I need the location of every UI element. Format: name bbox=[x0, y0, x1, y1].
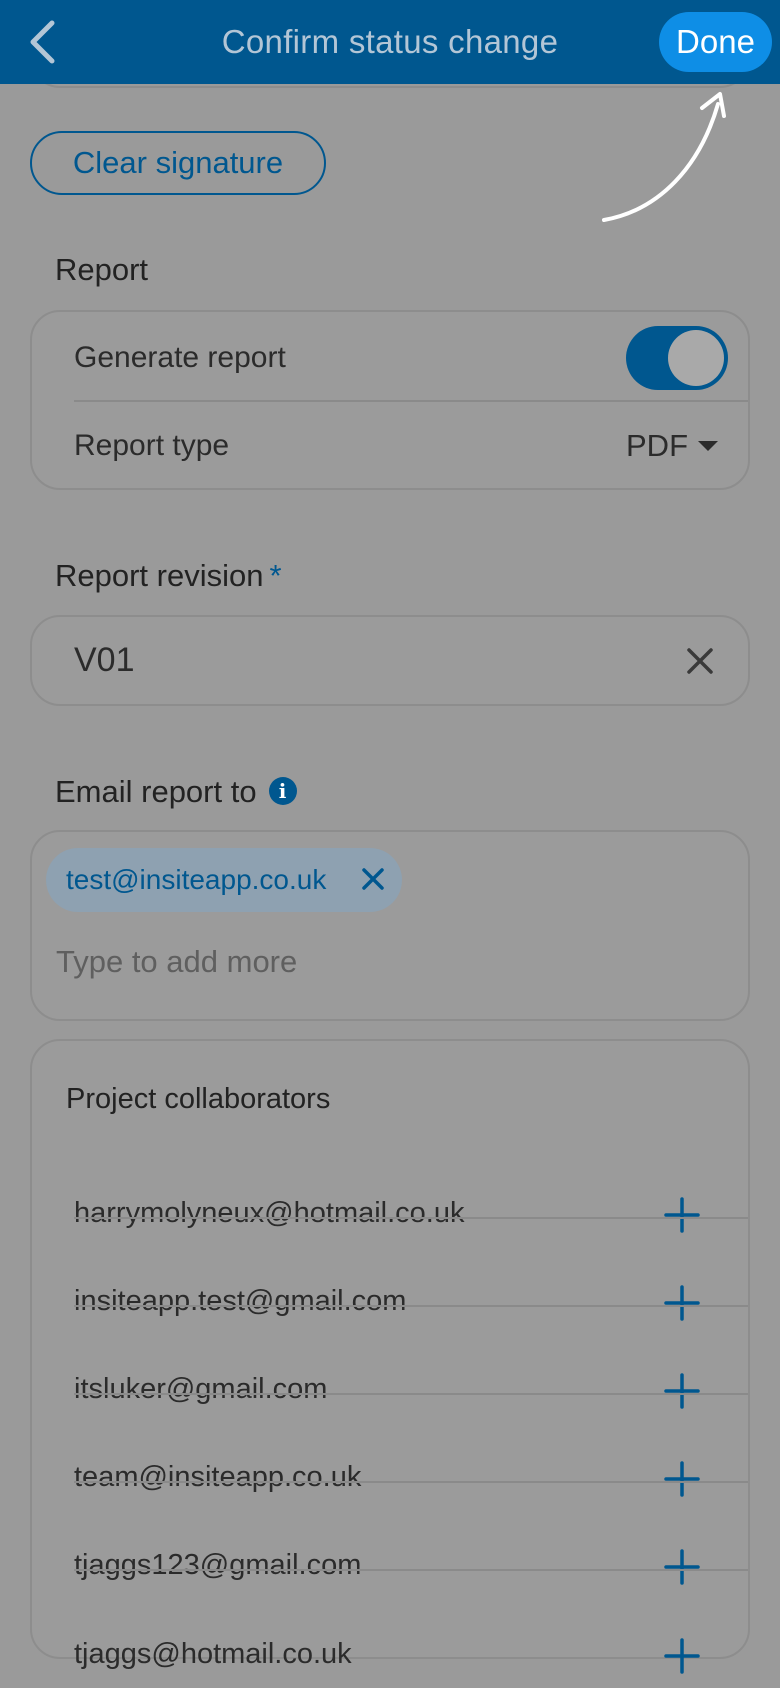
curved-arrow-icon bbox=[602, 92, 726, 222]
toggle-knob bbox=[668, 330, 724, 386]
back-button[interactable] bbox=[22, 14, 62, 70]
collaborator-row[interactable]: itsluker@gmail.com bbox=[32, 1347, 748, 1435]
close-icon[interactable] bbox=[360, 866, 386, 892]
report-type-row[interactable]: Report type PDF bbox=[32, 402, 748, 490]
collaborator-email: itsluker@gmail.com bbox=[74, 1373, 328, 1405]
generate-report-label: Generate report bbox=[74, 341, 286, 374]
recipient-chip: test@insiteapp.co.uk bbox=[46, 848, 402, 912]
plus-icon[interactable] bbox=[664, 1549, 700, 1585]
report-settings-card: Generate report Report type PDF bbox=[30, 310, 750, 490]
email-input-placeholder[interactable]: Type to add more bbox=[56, 944, 297, 980]
recipient-chip-label: test@insiteapp.co.uk bbox=[66, 864, 327, 895]
report-type-label: Report type bbox=[74, 429, 230, 462]
email-report-label: Email report to i bbox=[55, 774, 297, 810]
generate-report-row: Generate report bbox=[32, 314, 748, 402]
collaborator-row[interactable]: tjaggs123@gmail.com bbox=[32, 1523, 748, 1611]
collaborator-email: harrymolyneux@hotmail.co.uk bbox=[74, 1197, 465, 1229]
row-divider bbox=[74, 1393, 748, 1395]
required-mark: * bbox=[269, 558, 282, 593]
collaborator-row[interactable]: insiteapp.test@gmail.com bbox=[32, 1259, 748, 1347]
collaborator-email: team@insiteapp.co.uk bbox=[74, 1461, 362, 1493]
collaborator-row[interactable]: team@insiteapp.co.uk bbox=[32, 1435, 748, 1523]
plus-icon[interactable] bbox=[664, 1285, 700, 1321]
collaborators-card: Project collaborators harrymolyneux@hotm… bbox=[30, 1039, 750, 1674]
row-divider bbox=[74, 1569, 748, 1571]
top-bar: Confirm status change Done bbox=[0, 0, 780, 84]
collaborator-email: tjaggs@hotmail.co.uk bbox=[74, 1638, 352, 1670]
plus-icon[interactable] bbox=[664, 1638, 700, 1674]
done-button[interactable]: Done bbox=[659, 12, 772, 72]
info-icon[interactable]: i bbox=[268, 776, 297, 805]
collaborator-row[interactable]: tjaggs@hotmail.co.uk bbox=[32, 1612, 748, 1688]
report-type-value: PDF bbox=[626, 428, 688, 463]
plus-icon[interactable] bbox=[664, 1373, 700, 1409]
row-divider bbox=[74, 1305, 748, 1307]
clear-signature-button[interactable]: Clear signature bbox=[30, 131, 326, 195]
email-report-text: Email report to bbox=[55, 774, 257, 809]
row-divider bbox=[74, 1217, 748, 1219]
plus-icon[interactable] bbox=[664, 1197, 700, 1233]
generate-report-toggle[interactable] bbox=[626, 326, 728, 390]
collaborator-row[interactable]: harrymolyneux@hotmail.co.uk bbox=[32, 1171, 748, 1259]
report-type-select[interactable]: PDF bbox=[626, 428, 718, 464]
report-revision-field[interactable]: V01 bbox=[30, 615, 750, 706]
chevron-left-icon bbox=[30, 20, 55, 64]
collaborator-email: insiteapp.test@gmail.com bbox=[74, 1285, 407, 1317]
page-title: Confirm status change bbox=[221, 23, 559, 60]
row-divider bbox=[74, 1481, 748, 1483]
email-recipients-field[interactable]: test@insiteapp.co.uk Type to add more bbox=[30, 830, 750, 1021]
report-section-label: Report bbox=[55, 252, 149, 287]
report-revision-text: Report revision bbox=[55, 558, 264, 593]
close-icon[interactable] bbox=[686, 647, 714, 675]
collaborator-email: tjaggs123@gmail.com bbox=[74, 1549, 362, 1581]
collaborators-title: Project collaborators bbox=[66, 1083, 331, 1115]
plus-icon[interactable] bbox=[664, 1461, 700, 1497]
caret-down-icon bbox=[698, 441, 718, 451]
report-revision-value: V01 bbox=[74, 641, 135, 679]
report-revision-label: Report revision * bbox=[55, 558, 282, 594]
